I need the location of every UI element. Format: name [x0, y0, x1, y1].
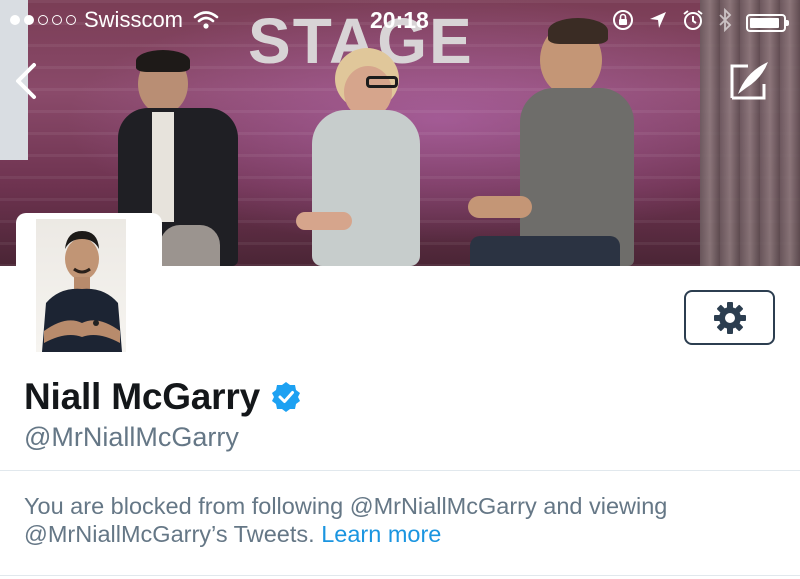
section-divider [0, 470, 800, 471]
carrier-name: Swisscom [84, 7, 184, 32]
carrier-group: Swisscom [10, 7, 219, 33]
status-time: 20:18 [370, 7, 429, 33]
profile-handle: @MrNiallMcGarry [24, 422, 239, 452]
status-icons [612, 7, 789, 38]
compose-tweet-button[interactable] [728, 58, 772, 102]
learn-more-link[interactable]: Learn more [321, 521, 441, 547]
signal-dot [10, 15, 20, 25]
location-arrow-icon [648, 10, 668, 36]
signal-dot [38, 15, 48, 25]
section-divider-bottom [0, 575, 800, 576]
verified-badge-icon [270, 381, 302, 413]
chevron-left-icon [16, 63, 36, 99]
battery-icon [746, 14, 789, 32]
avatar-photo [42, 231, 122, 352]
status-bar: Swisscom 20:18 [0, 0, 800, 40]
display-name: Niall McGarry [24, 376, 260, 417]
blocked-notice: You are blocked from following @MrNiallM… [24, 492, 764, 548]
bluetooth-icon [718, 7, 732, 38]
signal-dot [66, 15, 76, 25]
wifi-icon [193, 10, 219, 30]
profile-name-row: Niall McGarry [24, 376, 302, 418]
gear-icon [713, 301, 746, 334]
settings-button[interactable] [684, 290, 775, 345]
alarm-icon [682, 9, 704, 37]
signal-dot [24, 15, 34, 25]
avatar[interactable] [36, 219, 126, 352]
battery-level [750, 18, 779, 28]
back-button[interactable] [12, 62, 42, 100]
orientation-lock-icon [612, 9, 634, 37]
compose-feather-icon [730, 62, 768, 100]
signal-dot [52, 15, 62, 25]
